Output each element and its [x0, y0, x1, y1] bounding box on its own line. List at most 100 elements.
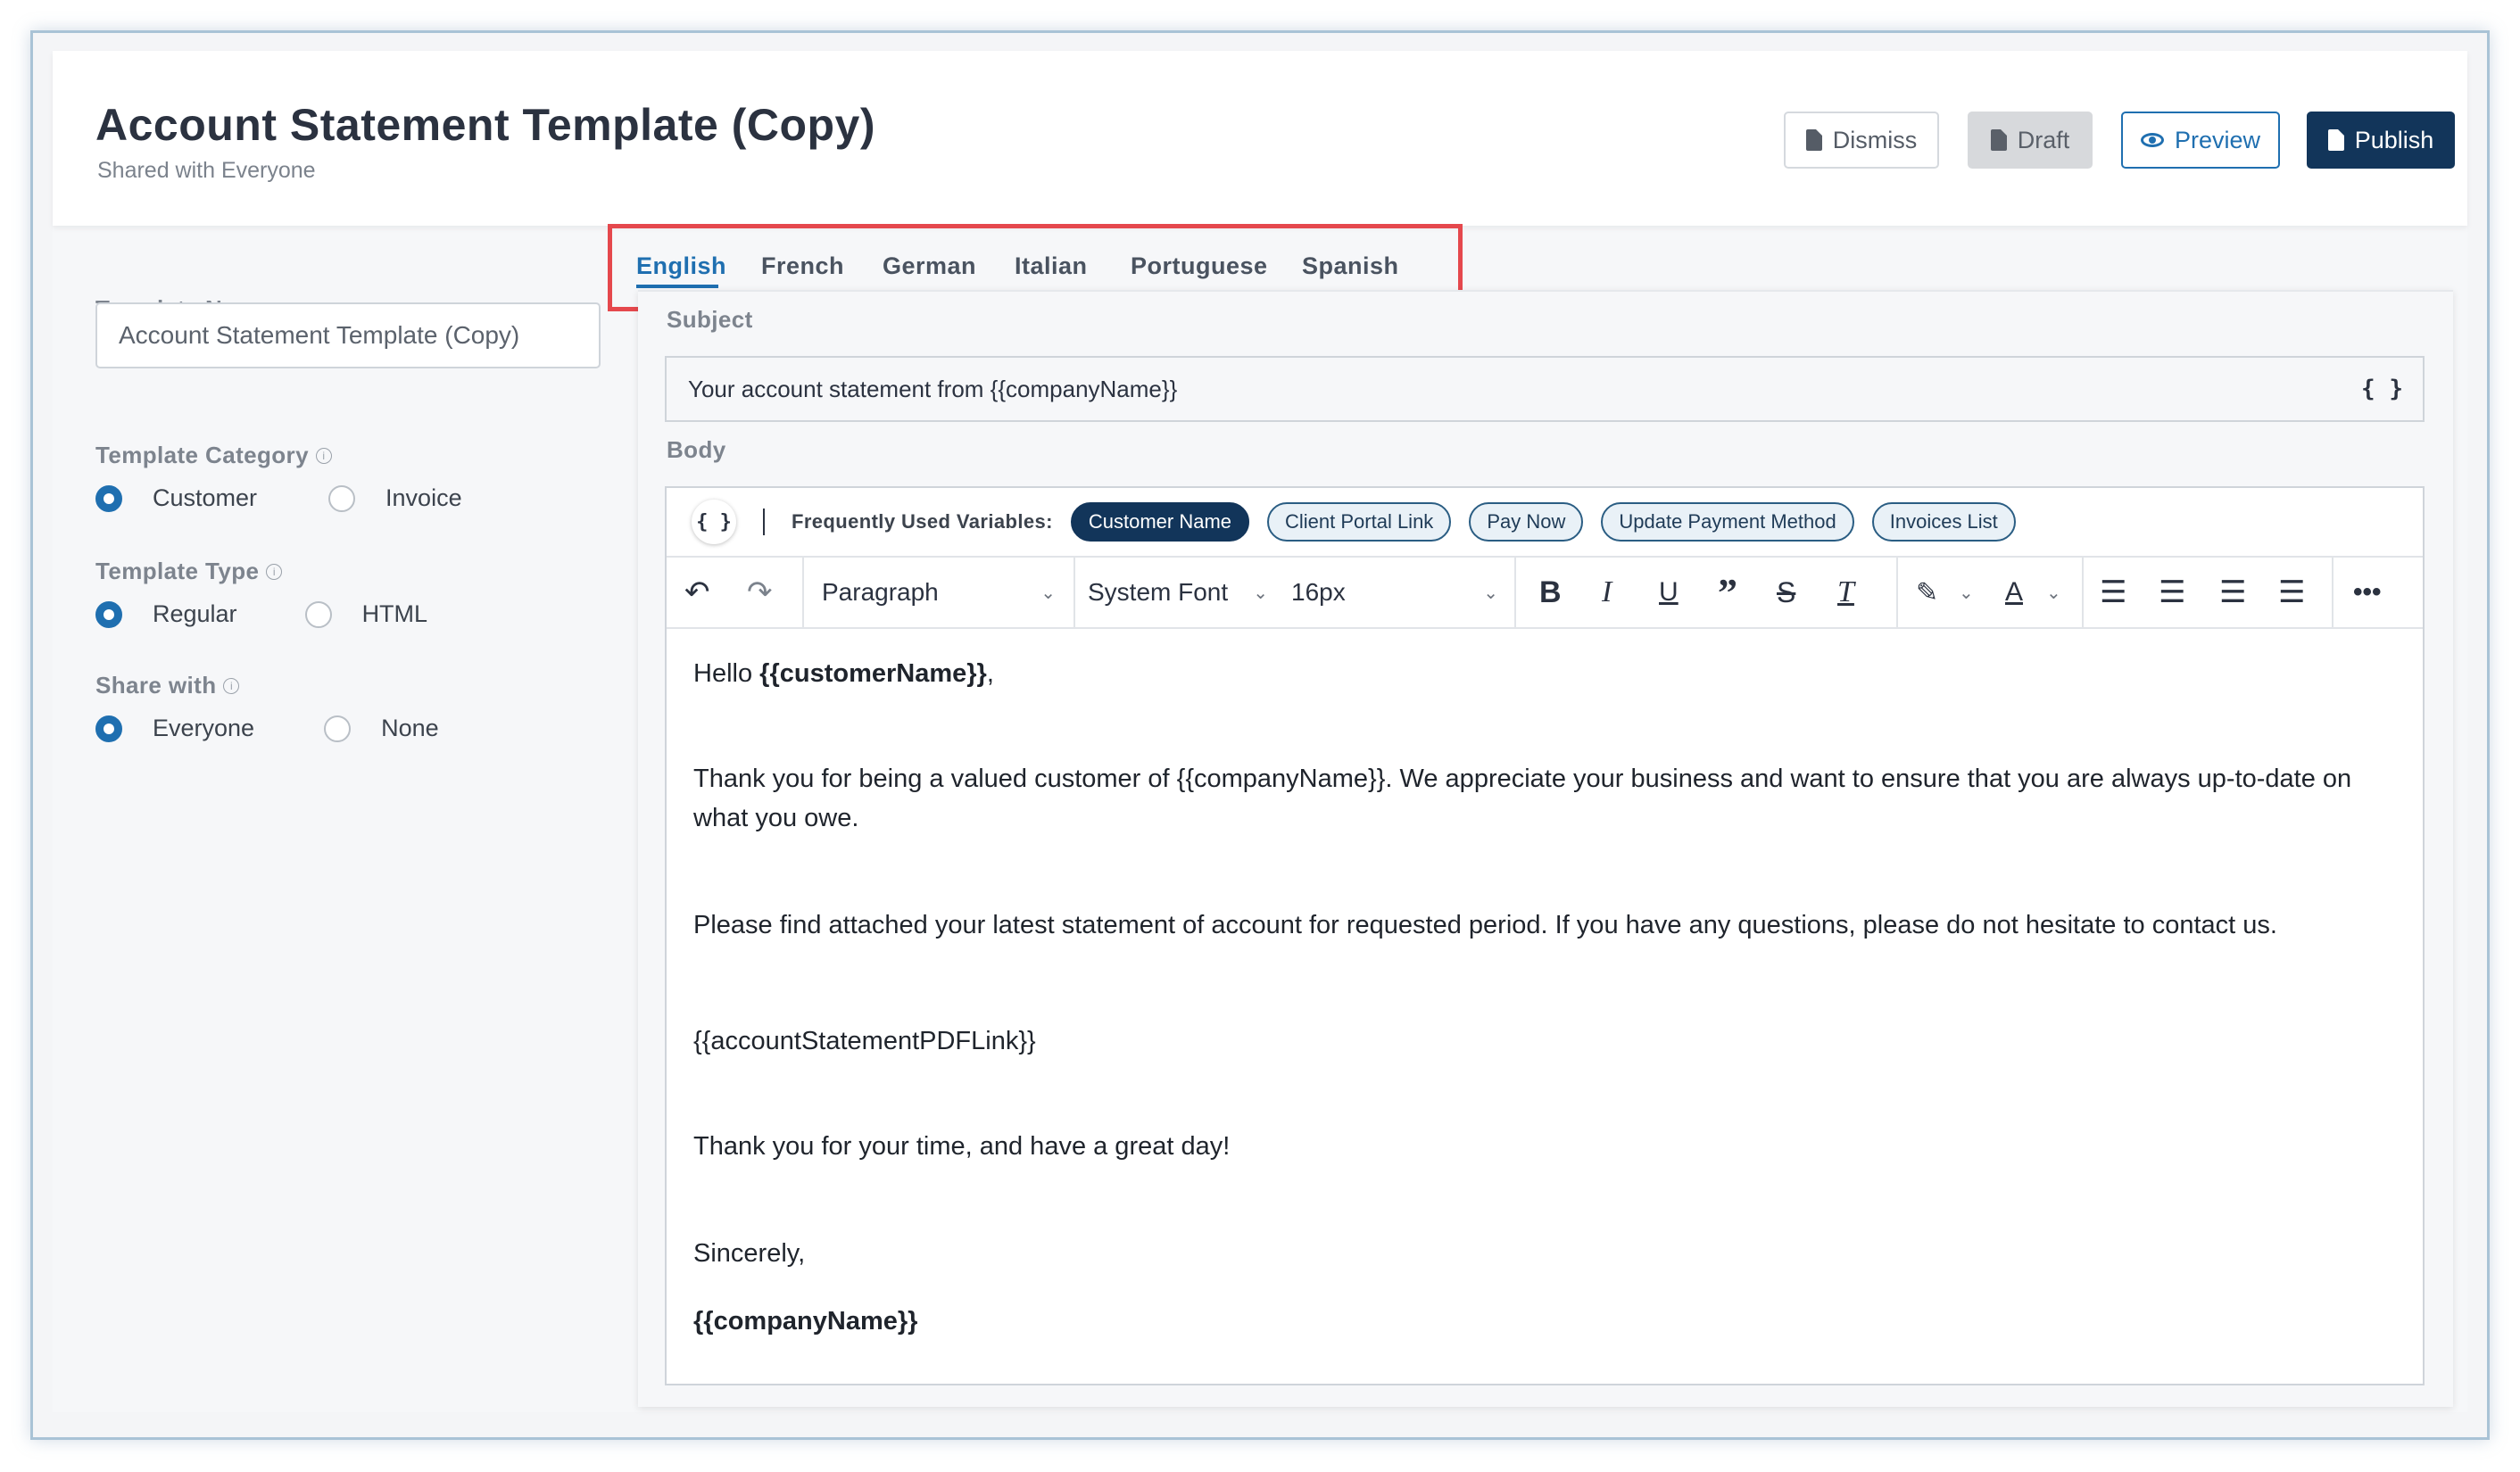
- paragraph-2: Please find attached your latest stateme…: [693, 911, 2277, 939]
- radio-none-label: None: [381, 715, 439, 741]
- divider: [2332, 558, 2333, 627]
- tab-spanish[interactable]: Spanish: [1302, 252, 1399, 280]
- radio-everyone[interactable]: [95, 715, 122, 742]
- align-justify-icon[interactable]: ☰: [2278, 558, 2305, 627]
- subject-value: Your account statement from {{companyNam…: [688, 375, 1178, 402]
- page-header: Account Statement Template (Copy) Shared…: [53, 51, 2467, 226]
- font-family-select[interactable]: System Font ⌄: [1066, 558, 1268, 627]
- pdf-link-variable: {{accountStatementPDFLink}}: [693, 1027, 1036, 1055]
- info-icon[interactable]: i: [266, 563, 283, 580]
- variables-bar: { } Frequently Used Variables: Customer …: [667, 488, 2423, 558]
- preview-label: Preview: [2174, 126, 2261, 153]
- italic-icon[interactable]: I: [1602, 558, 1612, 627]
- tab-german[interactable]: German: [883, 252, 976, 280]
- undo-icon[interactable]: ↶: [684, 558, 710, 627]
- chevron-down-icon: ⌄: [1040, 583, 1056, 603]
- divider: [802, 558, 804, 627]
- variable-pill-customer-name[interactable]: Customer Name: [1070, 502, 1249, 542]
- font-size-select[interactable]: 16px ⌄: [1291, 558, 1498, 627]
- subject-label: Subject: [667, 306, 753, 333]
- tab-italian[interactable]: Italian: [1015, 252, 1088, 280]
- variable-pill-client-portal-link[interactable]: Client Portal Link: [1267, 502, 1452, 542]
- dismiss-button[interactable]: Dismiss: [1784, 112, 1939, 169]
- formatting-toolbar: ↶ ↷ Paragraph ⌄ System Font ⌄ 16px ⌄ B I…: [667, 558, 2423, 629]
- font-size-value: 16px: [1291, 578, 1346, 606]
- radio-customer-label: Customer: [153, 484, 258, 511]
- page-title: Account Statement Template (Copy): [95, 100, 875, 150]
- divider: [1514, 558, 1516, 627]
- document-icon: [1805, 129, 1822, 151]
- tab-english[interactable]: English: [636, 252, 726, 280]
- clear-format-icon[interactable]: T: [1837, 558, 1854, 627]
- chevron-down-icon[interactable]: ⌄: [1959, 558, 1974, 627]
- template-name-input[interactable]: Account Statement Template (Copy): [95, 302, 601, 368]
- template-category-label: Template Category i: [95, 442, 332, 469]
- category-radio-group: Customer Invoice: [95, 484, 462, 512]
- divider: [1896, 558, 1898, 627]
- editor-panel: Subject Your account statement from {{co…: [638, 290, 2453, 1407]
- type-radio-group: Regular HTML: [95, 600, 427, 628]
- blockquote-icon[interactable]: ”: [1718, 558, 1737, 627]
- radio-invoice[interactable]: [328, 484, 356, 512]
- preview-button[interactable]: Preview: [2121, 112, 2280, 169]
- body-label: Body: [667, 436, 726, 463]
- customer-name-variable: {{customerName}}: [759, 659, 987, 688]
- radio-customer[interactable]: [95, 484, 122, 512]
- radio-everyone-label: Everyone: [153, 715, 255, 741]
- tab-portuguese[interactable]: Portuguese: [1131, 252, 1268, 280]
- font-family-value: System Font: [1088, 578, 1229, 606]
- insert-variable-button[interactable]: { }: [692, 500, 736, 544]
- text-color-icon[interactable]: A: [2005, 558, 2023, 627]
- template-editor-card: Account Statement Template (Copy) Shared…: [53, 51, 2467, 1412]
- align-center-icon[interactable]: ☰: [2159, 558, 2185, 627]
- underline-icon[interactable]: U: [1659, 558, 1679, 627]
- radio-invoice-label: Invoice: [385, 484, 462, 511]
- variable-pill-invoices-list[interactable]: Invoices List: [1871, 502, 2016, 542]
- radio-html-label: HTML: [361, 600, 428, 627]
- subject-input[interactable]: Your account statement from {{companyNam…: [665, 356, 2425, 422]
- draft-label: Draft: [2017, 126, 2070, 153]
- draft-button[interactable]: Draft: [1968, 112, 2093, 169]
- active-tab-indicator: [636, 285, 718, 288]
- chevron-down-icon[interactable]: ⌄: [2046, 558, 2061, 627]
- dismiss-label: Dismiss: [1832, 126, 1918, 153]
- variable-pill-update-payment-method[interactable]: Update Payment Method: [1601, 502, 1854, 542]
- closing-line: Thank you for your time, and have a grea…: [693, 1132, 1231, 1161]
- strikethrough-icon[interactable]: S: [1777, 558, 1795, 627]
- block-format-select[interactable]: Paragraph ⌄: [822, 558, 1056, 627]
- redo-icon[interactable]: ↷: [747, 558, 773, 627]
- more-options-icon[interactable]: •••: [2353, 558, 2382, 627]
- align-right-icon[interactable]: ☰: [2219, 558, 2246, 627]
- greeting-line: Hello {{customerName}},: [693, 659, 994, 688]
- info-icon[interactable]: i: [315, 447, 332, 464]
- align-left-icon[interactable]: ☰: [2100, 558, 2126, 627]
- share-with-label: Share with i: [95, 672, 240, 699]
- highlight-color-icon[interactable]: ✎: [1916, 558, 1938, 627]
- divider: [2082, 558, 2084, 627]
- template-type-label: Template Type i: [95, 558, 283, 585]
- document-plus-icon: [2327, 129, 2344, 151]
- window-frame: Account Statement Template (Copy) Shared…: [30, 30, 2490, 1440]
- document-icon: [1990, 129, 2007, 151]
- radio-none[interactable]: [324, 715, 352, 742]
- info-icon[interactable]: i: [223, 677, 240, 694]
- publish-label: Publish: [2354, 126, 2434, 153]
- publish-button[interactable]: Publish: [2307, 112, 2455, 169]
- radio-regular[interactable]: [95, 600, 122, 628]
- tab-french[interactable]: French: [761, 252, 844, 280]
- subject-variables-button[interactable]: { }: [2361, 376, 2403, 402]
- radio-html[interactable]: [304, 600, 332, 628]
- chevron-down-icon: ⌄: [1483, 583, 1498, 603]
- chevron-down-icon: ⌄: [1253, 583, 1268, 603]
- block-format-value: Paragraph: [822, 578, 939, 606]
- share-radio-group: Everyone None: [95, 715, 439, 742]
- eye-icon: [2140, 133, 2164, 147]
- signature-variable: {{companyName}}: [693, 1307, 918, 1336]
- divider: [763, 509, 765, 535]
- frequent-variables-label: Frequently Used Variables:: [792, 510, 1053, 533]
- page-subtitle: Shared with Everyone: [97, 158, 316, 183]
- paragraph-1: Thank you for being a valued customer of…: [693, 765, 2352, 832]
- bold-icon[interactable]: B: [1539, 558, 1562, 627]
- variable-pill-pay-now[interactable]: Pay Now: [1469, 502, 1584, 542]
- rich-text-editor: { } Frequently Used Variables: Customer …: [665, 486, 2425, 1385]
